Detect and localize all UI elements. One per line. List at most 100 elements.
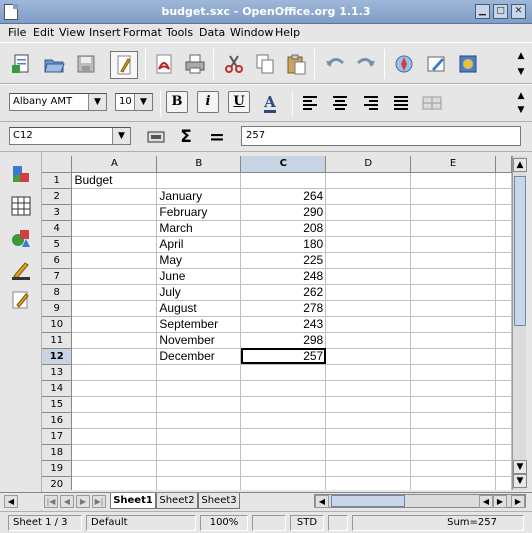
cell[interactable]: 264 xyxy=(240,188,327,205)
export-pdf-icon[interactable] xyxy=(152,52,176,76)
cell[interactable] xyxy=(71,364,158,381)
cell[interactable]: 208 xyxy=(240,220,327,237)
cell[interactable] xyxy=(410,220,496,237)
insert-object-icon[interactable] xyxy=(9,226,33,250)
cell[interactable] xyxy=(495,268,512,285)
row-header[interactable]: 14 xyxy=(42,380,73,397)
cell[interactable]: August xyxy=(156,300,242,317)
cell[interactable]: April xyxy=(156,236,242,253)
cell[interactable] xyxy=(410,236,496,253)
cell[interactable] xyxy=(71,316,158,333)
cell[interactable] xyxy=(71,476,158,490)
paste-icon[interactable] xyxy=(284,52,308,76)
toolbar-scroll-down[interactable]: ▼ xyxy=(516,103,526,117)
cell[interactable]: November xyxy=(156,332,242,349)
underline-button[interactable]: U xyxy=(228,91,250,113)
horizontal-scrollbar[interactable]: ◀ ◀ ▶ ▶ xyxy=(314,494,526,508)
cell[interactable] xyxy=(410,444,496,461)
cell[interactable] xyxy=(495,444,512,461)
cell[interactable] xyxy=(240,396,327,413)
cell[interactable] xyxy=(410,300,496,317)
cell[interactable] xyxy=(495,188,512,205)
cut-icon[interactable] xyxy=(222,52,246,76)
cell[interactable] xyxy=(156,380,242,397)
menu-insert[interactable]: Insert xyxy=(89,26,121,39)
cell[interactable] xyxy=(325,220,412,237)
menu-tools[interactable]: Tools xyxy=(166,26,193,39)
redo-icon[interactable] xyxy=(354,52,378,76)
cell[interactable]: June xyxy=(156,268,242,285)
cell[interactable] xyxy=(410,364,496,381)
cell[interactable] xyxy=(71,412,158,429)
cell[interactable] xyxy=(410,332,496,349)
cell[interactable] xyxy=(325,380,412,397)
first-sheet-button[interactable]: |◀ xyxy=(44,495,58,508)
cell[interactable] xyxy=(325,252,412,269)
cell[interactable] xyxy=(71,428,158,445)
insert-cell-icon[interactable] xyxy=(9,194,33,218)
scroll-right-button[interactable]: ▶ xyxy=(511,495,525,508)
cell[interactable] xyxy=(410,316,496,333)
align-center-icon[interactable] xyxy=(328,91,352,115)
italic-button[interactable]: i xyxy=(197,91,219,113)
scroll-down-button[interactable]: ▼ xyxy=(513,460,527,474)
cell[interactable] xyxy=(156,476,242,490)
cell[interactable] xyxy=(410,460,496,477)
cell[interactable]: July xyxy=(156,284,242,301)
sheet-tab-sheet1[interactable]: Sheet1 xyxy=(110,493,156,509)
cell[interactable] xyxy=(240,460,327,477)
row-header[interactable]: 12 xyxy=(42,348,73,365)
cell[interactable] xyxy=(156,444,242,461)
row-header[interactable]: 20 xyxy=(42,476,73,490)
cell[interactable] xyxy=(325,188,412,205)
cell[interactable] xyxy=(71,220,158,237)
cell[interactable]: September xyxy=(156,316,242,333)
print-icon[interactable] xyxy=(183,52,207,76)
row-header[interactable]: 15 xyxy=(42,396,73,413)
cell[interactable]: May xyxy=(156,252,242,269)
cell[interactable] xyxy=(71,252,158,269)
cell[interactable] xyxy=(495,220,512,237)
cell[interactable] xyxy=(495,364,512,381)
scroll-left-button[interactable]: ◀ xyxy=(315,495,329,508)
cell[interactable] xyxy=(325,444,412,461)
cell[interactable] xyxy=(325,348,412,365)
scroll-left-button[interactable]: ◀ xyxy=(4,495,18,508)
column-header[interactable]: C xyxy=(240,156,327,173)
merge-cells-icon[interactable] xyxy=(420,91,444,115)
column-header[interactable]: B xyxy=(156,156,242,173)
cell[interactable] xyxy=(325,172,412,189)
row-header[interactable]: 3 xyxy=(42,204,73,221)
menu-data[interactable]: Data xyxy=(199,26,225,39)
cell[interactable]: 225 xyxy=(240,252,327,269)
row-header[interactable]: 9 xyxy=(42,300,73,317)
scroll-up-button[interactable]: ▲ xyxy=(513,158,527,172)
cell[interactable] xyxy=(325,284,412,301)
cell[interactable] xyxy=(156,428,242,445)
cell[interactable] xyxy=(240,172,327,189)
cell[interactable] xyxy=(410,284,496,301)
row-header[interactable]: 2 xyxy=(42,188,73,205)
row-header[interactable]: 13 xyxy=(42,364,73,381)
chevron-down-icon[interactable]: ▼ xyxy=(88,94,106,110)
align-right-icon[interactable] xyxy=(359,91,383,115)
cell[interactable] xyxy=(410,380,496,397)
justify-icon[interactable] xyxy=(389,91,413,115)
save-icon[interactable] xyxy=(74,52,98,76)
name-box[interactable]: C12 ▼ xyxy=(9,127,131,145)
undo-icon[interactable] xyxy=(323,52,347,76)
cell[interactable] xyxy=(71,348,158,365)
cell[interactable] xyxy=(240,476,327,490)
row-header[interactable]: 6 xyxy=(42,252,73,269)
show-draw-functions-icon[interactable] xyxy=(9,258,33,282)
cell[interactable] xyxy=(495,412,512,429)
open-folder-icon[interactable] xyxy=(42,52,66,76)
cell[interactable]: 262 xyxy=(240,284,327,301)
cell[interactable] xyxy=(410,268,496,285)
cell[interactable]: 248 xyxy=(240,268,327,285)
cell[interactable] xyxy=(495,172,512,189)
row-header[interactable]: 1 xyxy=(42,172,73,189)
cell[interactable] xyxy=(156,396,242,413)
menu-edit[interactable]: Edit xyxy=(33,26,54,39)
cell[interactable] xyxy=(240,380,327,397)
